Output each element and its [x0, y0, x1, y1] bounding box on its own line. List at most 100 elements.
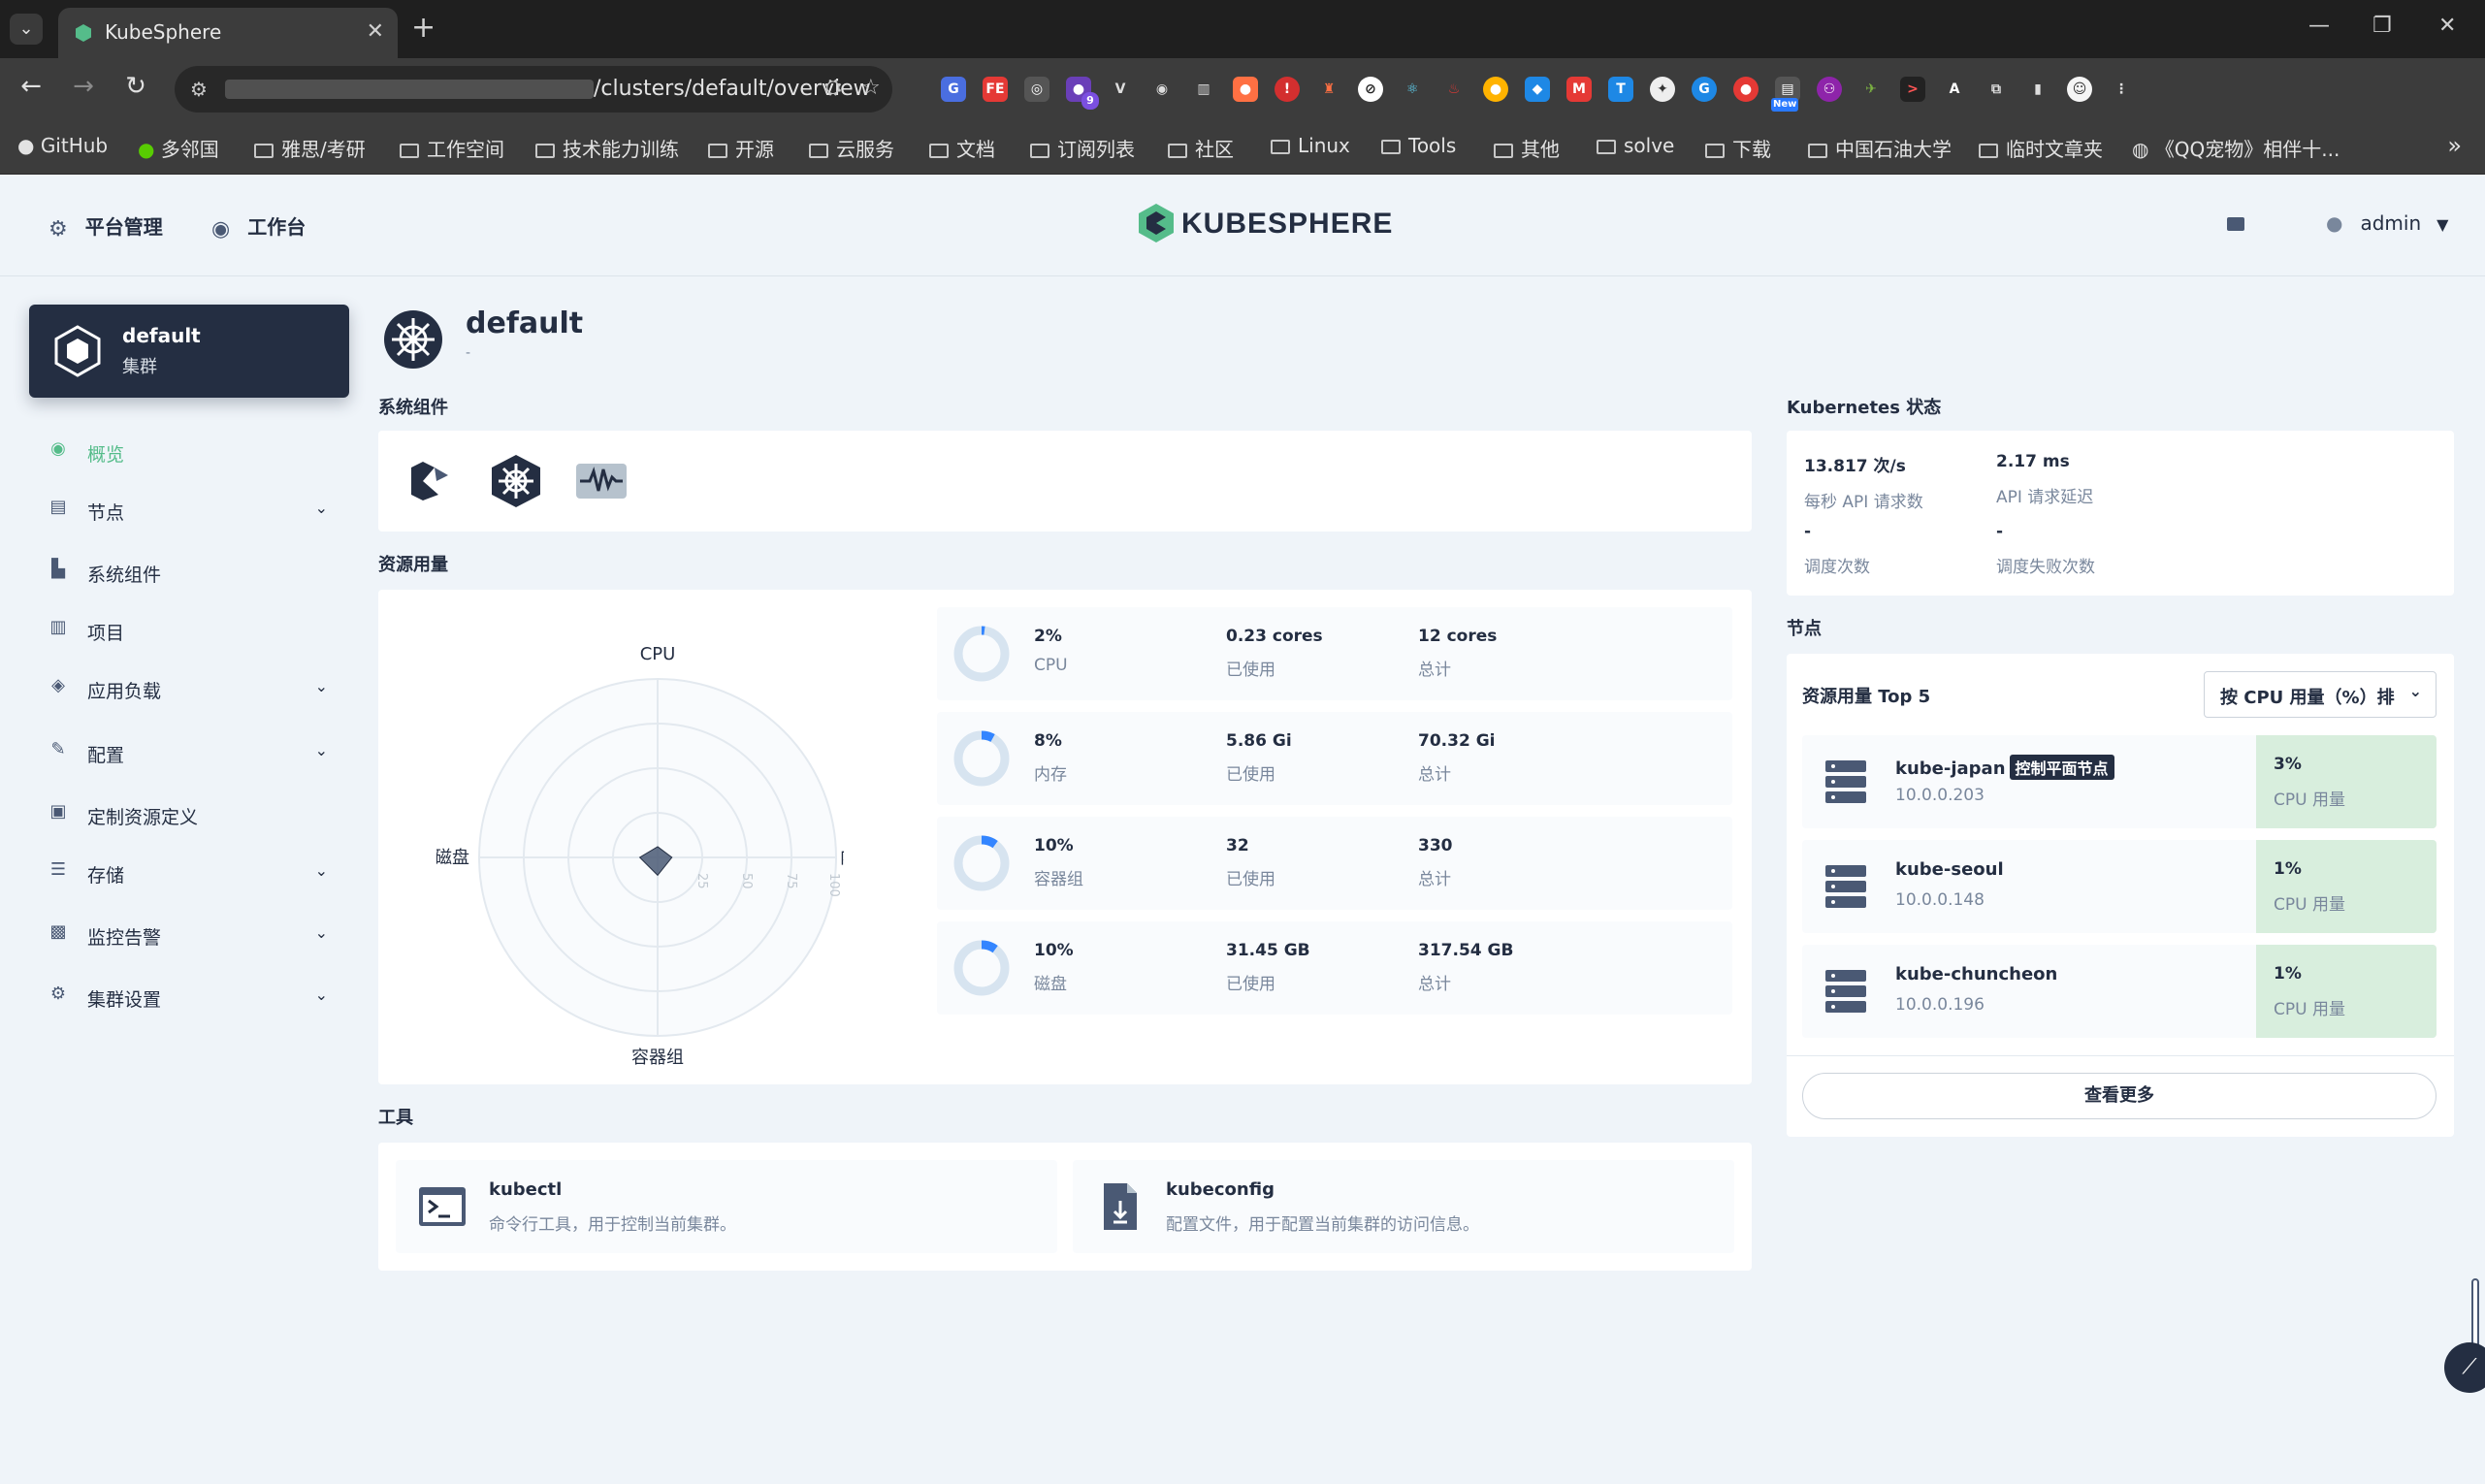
layout-toggle-icon[interactable]: [2227, 217, 2244, 231]
bookmark-folder[interactable]: 文档: [929, 134, 995, 162]
back-icon[interactable]: ←: [14, 72, 48, 101]
extension-icon[interactable]: G: [1692, 77, 1717, 102]
close-tab-icon[interactable]: ✕: [367, 19, 384, 44]
bookmark-duolingo[interactable]: ● 多邻国: [138, 134, 219, 162]
extension-icon[interactable]: A: [1942, 77, 1967, 102]
donut-chart: [953, 835, 1010, 891]
new-badge: New: [1771, 98, 1799, 112]
more-bookmarks-icon[interactable]: »: [2447, 132, 2462, 159]
side-panel-icon[interactable]: ▮: [2025, 77, 2050, 102]
bookmark-folder[interactable]: 社区: [1168, 134, 1234, 162]
bookmark-qq-pet[interactable]: ◍ 《QQ宠物》相伴十...: [2132, 134, 2340, 162]
used-label: 已使用: [1226, 975, 1275, 994]
bookmark-folder[interactable]: 订阅列表: [1030, 134, 1135, 162]
new-tab-icon[interactable]: +: [411, 12, 436, 45]
extension-icon[interactable]: ♨: [1441, 77, 1467, 102]
extension-icon[interactable]: FE: [983, 77, 1008, 102]
kubesphere-logo[interactable]: KUBESPHERE: [1137, 202, 1392, 248]
bookmark-folder[interactable]: 云服务: [809, 134, 894, 162]
tool-kubectl[interactable]: kubectl 命令行工具，用于控制当前集群。: [396, 1160, 1057, 1253]
extension-icon[interactable]: ▥: [1191, 77, 1216, 102]
extensions-puzzle-icon[interactable]: ⧉: [1984, 77, 2009, 102]
bookmark-folder[interactable]: 雅思/考研: [254, 134, 366, 162]
address-bar[interactable]: ⚙ /clusters/default/overview ⛭ ☆: [175, 66, 892, 113]
extension-icon[interactable]: ●: [1733, 77, 1759, 102]
usage-value: 1%: [2274, 859, 2302, 879]
bookmark-folder[interactable]: 其他: [1494, 134, 1560, 162]
restore-icon[interactable]: ❐: [2372, 14, 2392, 38]
sidebar-item-storage[interactable]: ☰ 存储 ⌄: [48, 855, 339, 890]
sidebar-item-nodes[interactable]: ▤ 节点 ⌄: [48, 493, 339, 528]
bookmark-star-icon[interactable]: ☆: [861, 76, 881, 100]
extension-icon[interactable]: ✦: [1650, 77, 1675, 102]
profile-avatar-icon[interactable]: ☺: [2067, 77, 2092, 102]
node-row[interactable]: kube-chuncheon 10.0.0.196 1% CPU 用量: [1802, 945, 2437, 1038]
sidebar-item-monitoring[interactable]: ▩ 监控告警 ⌄: [48, 918, 339, 952]
bookmark-folder[interactable]: 开源: [708, 134, 774, 162]
cluster-selector[interactable]: default 集群: [29, 305, 349, 398]
stat-value: 13.817 次/s: [1804, 457, 1906, 476]
node-name-text: kube-japan: [1895, 758, 2006, 779]
extension-icon[interactable]: ⚛: [1400, 77, 1425, 102]
sidebar-item-label: 节点: [87, 502, 125, 524]
browser-menu-icon[interactable]: ⋮: [2109, 77, 2134, 102]
bookmark-folder[interactable]: 技术能力训练: [535, 134, 679, 162]
bookmark-folder[interactable]: Linux: [1271, 134, 1350, 157]
extension-icon[interactable]: ●: [1233, 77, 1258, 102]
browser-tab[interactable]: KubeSphere ✕: [58, 8, 398, 58]
view-more-button[interactable]: 查看更多: [1802, 1073, 2437, 1119]
node-row[interactable]: kube-japan 控制平面节点 10.0.0.203 3% CPU 用量: [1802, 735, 2437, 828]
extension-icon[interactable]: T: [1608, 77, 1633, 102]
bookmark-folder[interactable]: Tools: [1381, 134, 1456, 157]
total-value: 317.54 GB: [1418, 941, 1514, 960]
scroll-handle[interactable]: [2471, 1278, 2479, 1348]
extension-icon[interactable]: ▤ New: [1771, 77, 1800, 112]
bookmark-folder[interactable]: 临时文章夹: [1979, 134, 2103, 162]
monitoring-component-icon[interactable]: [572, 452, 630, 510]
platform-management-link[interactable]: ⚙ 平台管理: [48, 211, 163, 242]
tab-list-button[interactable]: ⌄: [10, 14, 43, 45]
minimize-icon[interactable]: —: [2308, 14, 2330, 38]
extension-icon[interactable]: ◉: [1149, 77, 1175, 102]
toolbox-float-button[interactable]: ⟋: [2444, 1342, 2485, 1393]
reload-icon[interactable]: ↻: [118, 72, 153, 101]
extension-icon[interactable]: V: [1108, 77, 1133, 102]
extension-icon[interactable]: !: [1275, 77, 1300, 102]
bookmark-folder[interactable]: 中国石油大学: [1808, 134, 1952, 162]
bookmark-folder[interactable]: solve: [1597, 134, 1674, 157]
bookmark-folder[interactable]: 工作空间: [400, 134, 504, 162]
extension-icon[interactable]: ♜: [1316, 77, 1341, 102]
close-window-icon[interactable]: ✕: [2438, 14, 2456, 38]
extension-icon[interactable]: ◎: [1024, 77, 1049, 102]
extension-icon[interactable]: G: [941, 77, 966, 102]
forward-icon[interactable]: →: [66, 72, 101, 101]
extension-icon[interactable]: ◆: [1525, 77, 1550, 102]
extension-icon[interactable]: ✈: [1858, 77, 1884, 102]
extension-icon[interactable]: ● 9: [1066, 77, 1099, 110]
sidebar-item-components[interactable]: ▙ 系统组件: [48, 555, 339, 590]
node-row[interactable]: kube-seoul 10.0.0.148 1% CPU 用量: [1802, 840, 2437, 933]
sidebar-item-cluster-settings[interactable]: ⚙ 集群设置 ⌄: [48, 980, 339, 1015]
extension-icon[interactable]: >: [1900, 77, 1925, 102]
bookmark-github[interactable]: ● GitHub: [17, 134, 108, 157]
sidebar-item-config[interactable]: ✎ 配置 ⌄: [48, 735, 339, 770]
sidebar-item-crd[interactable]: ▣ 定制资源定义: [48, 797, 339, 832]
extension-icon[interactable]: ⊘: [1358, 77, 1383, 102]
sidebar-item-workloads[interactable]: ◈ 应用负载 ⌄: [48, 671, 339, 706]
site-info-icon[interactable]: ⚙: [190, 78, 208, 101]
sidebar-item-label: 应用负载: [87, 681, 162, 702]
bookmarks-bar: ● GitHub ● 多邻国 雅思/考研 工作空间 技术能力训练 开源 云服务 …: [0, 120, 2485, 175]
extension-icon[interactable]: ●: [1483, 77, 1508, 102]
tool-kubeconfig[interactable]: kubeconfig 配置文件，用于配置当前集群的访问信息。: [1073, 1160, 1734, 1253]
kubesphere-component-icon[interactable]: [402, 452, 460, 510]
user-menu[interactable]: ● admin ▼: [2326, 211, 2448, 235]
translate-icon[interactable]: ⛭: [824, 76, 842, 100]
bookmark-folder[interactable]: 下载: [1705, 134, 1771, 162]
extension-icon[interactable]: ⚇: [1817, 77, 1842, 102]
workbench-link[interactable]: ◉ 工作台: [211, 211, 306, 242]
sidebar-item-overview[interactable]: ◉ 概览: [48, 435, 339, 469]
sort-dropdown[interactable]: 按 CPU 用量（%）排 ⌄: [2204, 671, 2437, 718]
kubernetes-component-icon[interactable]: [487, 452, 545, 510]
extension-icon[interactable]: M: [1566, 77, 1592, 102]
sidebar-item-projects[interactable]: ▥ 项目: [48, 613, 339, 648]
